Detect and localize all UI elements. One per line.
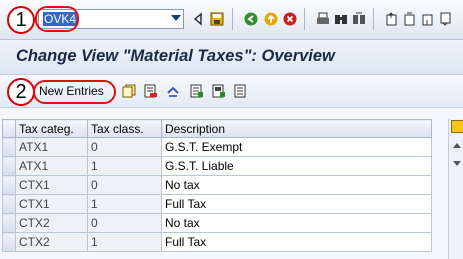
last-page-icon[interactable] xyxy=(439,12,453,26)
table-row: CTX2 1 Full Tax xyxy=(2,232,432,252)
vertical-scrollbar[interactable] xyxy=(448,119,463,259)
copy-as-icon[interactable] xyxy=(122,84,136,98)
select-block-icon[interactable] xyxy=(212,84,226,98)
toolbar-separator xyxy=(373,8,374,30)
table-settings-icon[interactable] xyxy=(451,120,463,133)
page-title: Change View "Material Taxes": Overview xyxy=(16,47,335,65)
toolbar-separator xyxy=(232,8,233,30)
find-icon[interactable] xyxy=(334,12,348,26)
title-bar: Change View "Material Taxes": Overview xyxy=(0,40,463,75)
row-selector[interactable] xyxy=(2,137,16,157)
table-row: CTX1 1 Full Tax xyxy=(2,194,432,214)
description-cell[interactable]: Full Tax xyxy=(161,232,432,252)
tax-class-cell: 0 xyxy=(87,137,162,157)
application-toolbar: 2 New Entries xyxy=(0,75,463,108)
tax-class-cell: 1 xyxy=(87,232,162,252)
tax-class-cell: 1 xyxy=(87,156,162,176)
tax-class-cell: 1 xyxy=(87,194,162,214)
scroll-down-icon[interactable] xyxy=(453,161,461,166)
back-icon[interactable] xyxy=(244,12,258,26)
table-row: ATX1 1 G.S.T. Liable xyxy=(2,156,432,176)
table-row: CTX1 0 No tax xyxy=(2,175,432,195)
tax-categ-cell: CTX2 xyxy=(15,213,88,233)
step-2-badge: 2 xyxy=(7,78,35,106)
first-page-icon[interactable] xyxy=(385,12,399,26)
tax-categ-cell: CTX1 xyxy=(15,194,88,214)
save-icon[interactable] xyxy=(210,12,224,26)
tax-categ-cell: CTX2 xyxy=(15,232,88,252)
system-toolbar: 1 OVK4 xyxy=(0,0,463,40)
print-icon[interactable] xyxy=(316,12,330,26)
tax-class-cell: 0 xyxy=(87,175,162,195)
step-1-badge: 1 xyxy=(7,6,35,34)
table-row: CTX2 0 No tax xyxy=(2,213,432,233)
tax-categ-cell: ATX1 xyxy=(15,156,88,176)
column-header-tax-categ[interactable]: Tax categ. xyxy=(15,119,88,138)
row-selector[interactable] xyxy=(2,156,16,176)
row-selector[interactable] xyxy=(2,175,16,195)
tax-class-cell: 0 xyxy=(87,213,162,233)
description-cell[interactable]: No tax xyxy=(161,213,432,233)
column-header-tax-class[interactable]: Tax class. xyxy=(87,119,162,138)
undo-change-icon[interactable] xyxy=(166,84,180,98)
column-header-description[interactable]: Description xyxy=(161,119,432,138)
material-taxes-table: Tax categ. Tax class. Description ATX1 0… xyxy=(2,119,432,252)
table-header-row: Tax categ. Tax class. Description xyxy=(2,119,432,138)
tax-categ-cell: CTX1 xyxy=(15,175,88,195)
row-selector[interactable] xyxy=(2,232,16,252)
command-dropdown-icon[interactable] xyxy=(171,15,181,21)
command-highlight-ring xyxy=(35,6,79,32)
previous-page-icon[interactable] xyxy=(403,12,417,26)
select-all-icon[interactable] xyxy=(190,84,204,98)
description-cell[interactable]: No tax xyxy=(161,175,432,195)
toolbar-separator xyxy=(304,8,305,30)
find-next-icon[interactable] xyxy=(352,12,366,26)
table-area: Tax categ. Tax class. Description ATX1 0… xyxy=(0,108,463,259)
row-selector[interactable] xyxy=(2,213,16,233)
delete-icon[interactable] xyxy=(144,84,158,98)
select-all-rows-button[interactable] xyxy=(2,119,16,138)
next-page-icon[interactable] xyxy=(421,12,435,26)
description-cell[interactable]: Full Tax xyxy=(161,194,432,214)
description-cell[interactable]: G.S.T. Liable xyxy=(161,156,432,176)
new-entries-highlight-ring xyxy=(33,80,116,104)
collapse-arrow-icon[interactable] xyxy=(191,12,205,26)
scroll-up-icon[interactable] xyxy=(453,143,461,148)
exit-icon[interactable] xyxy=(264,12,278,26)
tax-categ-cell: ATX1 xyxy=(15,137,88,157)
cancel-icon[interactable] xyxy=(283,12,297,26)
row-selector[interactable] xyxy=(2,194,16,214)
table-row: ATX1 0 G.S.T. Exempt xyxy=(2,137,432,157)
description-cell[interactable]: G.S.T. Exempt xyxy=(161,137,432,157)
deselect-all-icon[interactable] xyxy=(234,84,248,98)
